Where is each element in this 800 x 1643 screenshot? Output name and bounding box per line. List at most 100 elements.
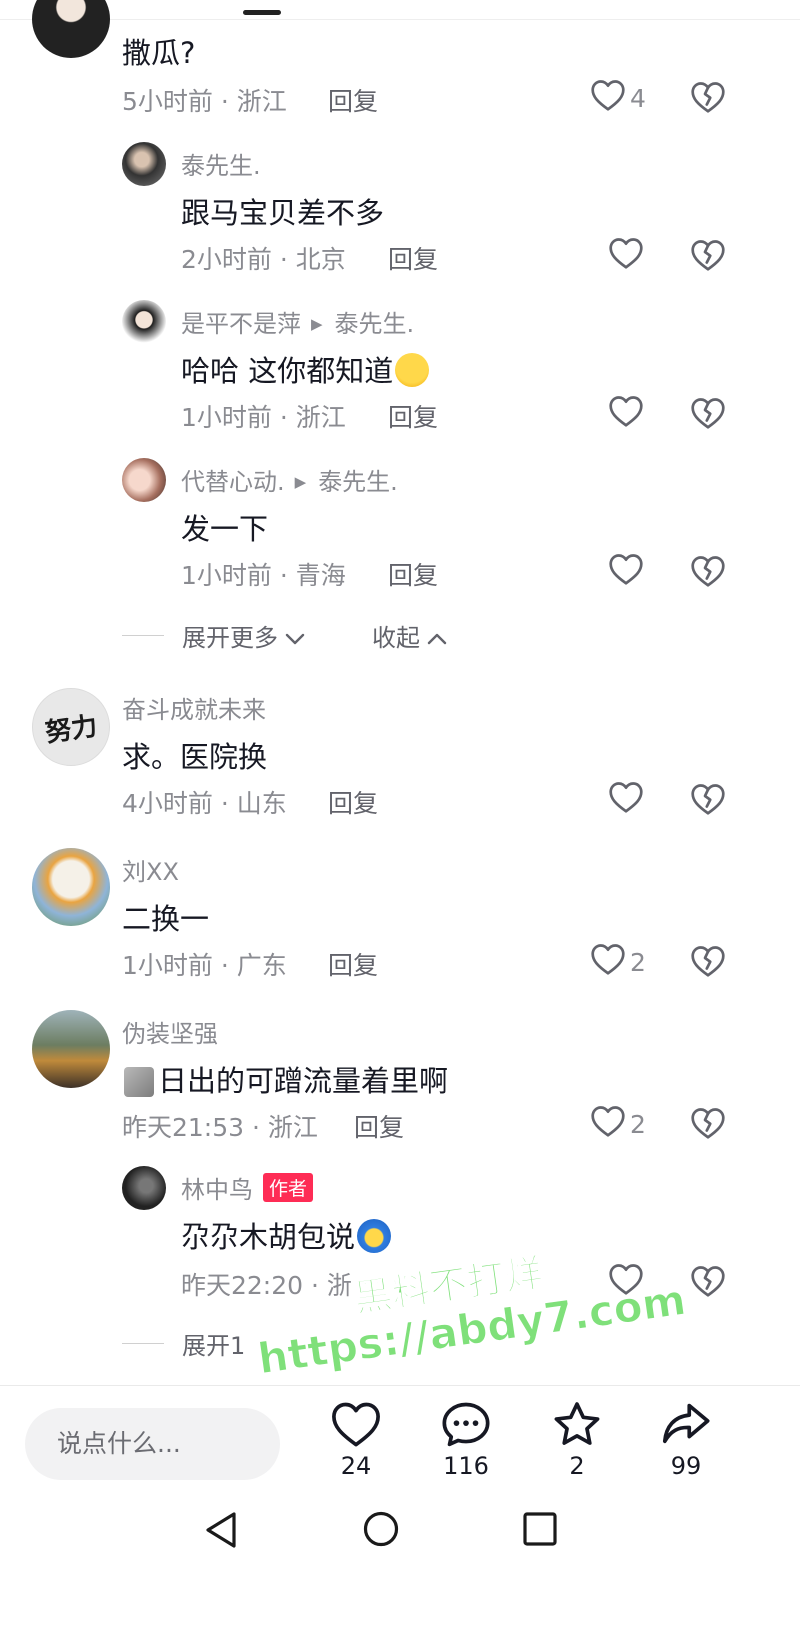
reply-button[interactable]: 回复	[388, 398, 438, 434]
divider-dash	[122, 635, 164, 636]
home-icon[interactable]	[362, 1510, 400, 1552]
comment-input[interactable]: 说点什么...	[25, 1408, 280, 1480]
like-button[interactable]	[608, 394, 644, 434]
thread-controls: 展开1	[122, 1326, 245, 1361]
comment-author[interactable]: 代替心动. ▶ 泰先生.	[181, 462, 398, 497]
comment-location: 北京	[295, 245, 346, 274]
recents-icon[interactable]	[522, 1511, 558, 1551]
comment-time: 2小时前	[181, 245, 272, 274]
expand-replies-button[interactable]: 展开1	[182, 1326, 245, 1361]
share-count: 99	[670, 1452, 702, 1480]
comment-meta: 1小时前 · 浙江	[181, 403, 346, 432]
reply-arrow-icon: ▶	[311, 315, 323, 333]
sheet-drag-handle[interactable]	[243, 10, 281, 15]
broken-heart-icon[interactable]	[690, 238, 726, 272]
collapse-button[interactable]: 收起	[372, 618, 448, 653]
comment-author[interactable]: 刘XX	[122, 852, 179, 887]
like-button[interactable]	[608, 552, 644, 592]
like-button[interactable]	[608, 780, 644, 820]
favorite-action[interactable]: 2	[532, 1400, 622, 1480]
broken-heart-icon[interactable]	[690, 396, 726, 430]
comment-location: 山东	[236, 789, 287, 818]
avatar[interactable]	[122, 142, 166, 186]
comment-text: 撒瓜?	[122, 36, 196, 70]
avatar[interactable]	[32, 1010, 110, 1088]
chevron-up-icon	[426, 624, 448, 652]
favorite-count: 2	[569, 1452, 585, 1480]
reply-button[interactable]: 回复	[328, 784, 378, 820]
reply-button[interactable]: 回复	[328, 946, 378, 982]
broken-heart-icon[interactable]	[690, 80, 726, 114]
broken-heart-icon[interactable]	[690, 1106, 726, 1140]
comment-bubble-icon	[442, 1402, 490, 1447]
comment-meta: 昨天21:53 · 浙江	[122, 1113, 318, 1142]
reply-button[interactable]: 回复	[388, 556, 438, 592]
comment-meta: 5小时前 · 浙江	[122, 87, 287, 116]
like-button[interactable]: 4	[590, 78, 646, 118]
broken-heart-icon[interactable]	[690, 782, 726, 816]
comment-location: 广东	[236, 951, 287, 980]
comment-time: 昨天22:20	[181, 1271, 304, 1300]
comment-time: 4小时前	[122, 789, 213, 818]
broken-heart-icon[interactable]	[690, 554, 726, 588]
reply-to[interactable]: 泰先生.	[335, 310, 415, 338]
reply-button[interactable]: 回复	[328, 82, 378, 118]
comment-location: 浙江	[236, 87, 287, 116]
comment-time: 昨天21:53	[122, 1113, 245, 1142]
comment-author[interactable]: 林中鸟 作者	[181, 1170, 314, 1205]
avatar[interactable]	[122, 458, 166, 502]
divider-dash	[122, 1343, 164, 1344]
reply-button[interactable]: 回复	[388, 240, 438, 276]
comment-time: 5小时前	[122, 87, 213, 116]
comment-action[interactable]: 116	[421, 1400, 511, 1480]
comment-meta: 2小时前 · 北京	[181, 245, 346, 274]
comment-author[interactable]: 奋斗成就未来	[122, 690, 266, 725]
broken-heart-icon[interactable]	[690, 1264, 726, 1298]
avatar-text: 努力	[43, 711, 100, 748]
comment-author[interactable]: 泰先生.	[181, 146, 261, 181]
heart-outline-icon	[590, 942, 626, 982]
reply-to[interactable]: 泰先生.	[318, 468, 398, 496]
author-badge: 作者	[263, 1173, 314, 1202]
like-count: 4	[630, 83, 646, 113]
share-arrow-icon	[662, 1403, 710, 1444]
comment-meta: 4小时前 · 山东	[122, 789, 287, 818]
like-action[interactable]: 24	[311, 1400, 401, 1480]
comment-meta: 1小时前 · 青海	[181, 561, 346, 590]
broken-heart-icon[interactable]	[690, 944, 726, 978]
comment-author[interactable]: 伪装坚强	[122, 1014, 218, 1049]
thread-controls: 展开更多 收起	[122, 618, 448, 653]
heart-outline-icon	[590, 1104, 626, 1144]
heart-outline-icon	[608, 552, 644, 592]
chevron-down-icon	[284, 624, 306, 652]
like-button[interactable]	[608, 236, 644, 276]
expand-more-button[interactable]: 展开更多	[182, 618, 306, 653]
avatar[interactable]	[122, 1166, 166, 1210]
avatar[interactable]	[122, 300, 166, 344]
heart-outline-icon	[608, 394, 644, 434]
comment-meta: 1小时前 · 广东	[122, 951, 287, 980]
avatar[interactable]	[32, 0, 110, 58]
comment-time: 1小时前	[181, 561, 272, 590]
avatar[interactable]	[32, 848, 110, 926]
share-action[interactable]: 99	[641, 1400, 731, 1480]
comment-location: 浙江	[295, 403, 346, 432]
reply-button[interactable]: 回复	[354, 1108, 404, 1144]
comment-count: 116	[443, 1452, 489, 1480]
comment-time: 1小时前	[122, 951, 213, 980]
bottom-action-bar: 说点什么... 24 116 2 99	[0, 1385, 800, 1500]
comment-text: 发一下	[181, 512, 269, 546]
comment-text: 求。医院换	[122, 740, 268, 774]
top-divider	[0, 19, 800, 20]
comment-text: 尕尕木胡包说	[181, 1214, 392, 1256]
comment-time: 1小时前	[181, 403, 272, 432]
comment-text: 哈哈 这你都知道	[181, 348, 430, 390]
avatar[interactable]: 努力	[32, 688, 110, 766]
like-button[interactable]: 2	[590, 942, 646, 982]
back-icon[interactable]	[202, 1510, 240, 1554]
heart-outline-icon	[608, 236, 644, 276]
comment-author[interactable]: 是平不是萍 ▶ 泰先生.	[181, 304, 414, 339]
like-count: 2	[630, 1109, 646, 1139]
like-button[interactable]: 2	[590, 1104, 646, 1144]
heart-outline-icon	[608, 780, 644, 820]
